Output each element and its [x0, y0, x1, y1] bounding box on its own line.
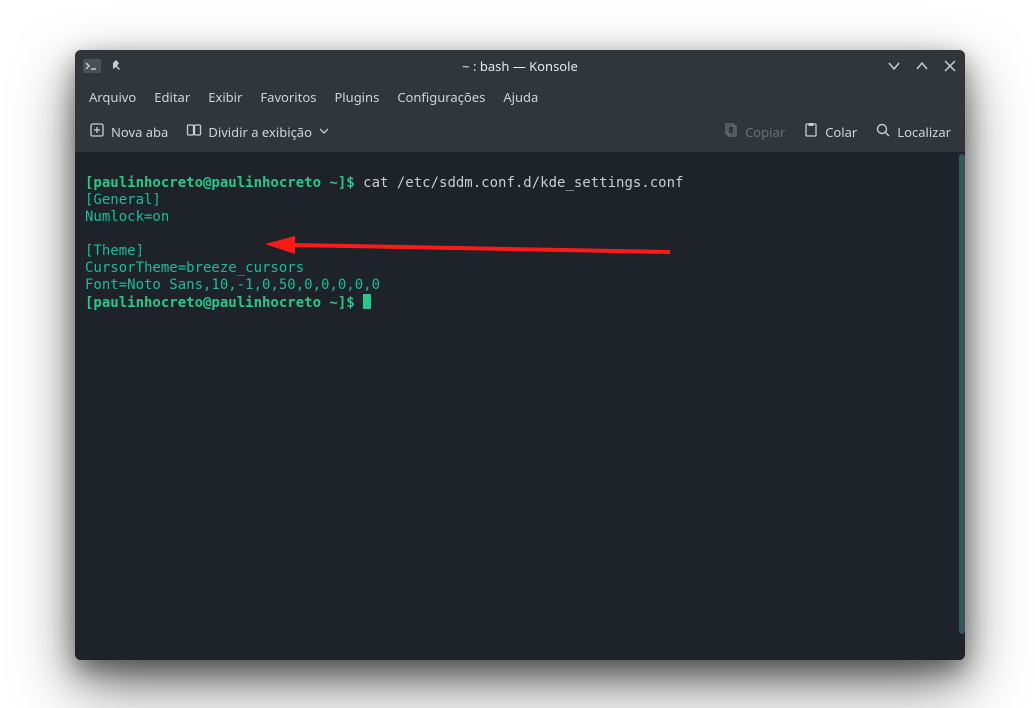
search-icon: [875, 122, 891, 142]
new-tab-button[interactable]: Nova aba: [89, 122, 168, 142]
maximize-button[interactable]: [915, 59, 929, 73]
scrollbar[interactable]: [959, 152, 965, 660]
new-tab-icon: [89, 122, 105, 142]
find-label: Localizar: [897, 123, 951, 141]
menu-editar[interactable]: Editar: [154, 88, 190, 106]
paste-icon: [803, 122, 819, 142]
minimize-button[interactable]: [887, 59, 901, 73]
close-button[interactable]: [943, 59, 957, 73]
annotation-arrow: [265, 234, 675, 264]
split-view-button[interactable]: Dividir a exibição: [186, 122, 330, 142]
paste-label: Colar: [825, 123, 857, 141]
terminal-icon: [83, 59, 101, 73]
split-view-label: Dividir a exibição: [208, 123, 312, 141]
terminal-output[interactable]: [paulinhocreto@paulinhocreto ~]$ cat /et…: [75, 152, 959, 660]
menu-favoritos[interactable]: Favoritos: [260, 88, 316, 106]
menubar: Arquivo Editar Exibir Favoritos Plugins …: [75, 82, 965, 112]
copy-label: Copiar: [745, 123, 785, 141]
menu-configuracoes[interactable]: Configurações: [397, 88, 485, 106]
copy-icon: [723, 122, 739, 142]
new-tab-label: Nova aba: [111, 123, 168, 141]
prompt-2: [paulinhocreto@paulinhocreto ~]$: [85, 295, 355, 311]
paste-button[interactable]: Colar: [803, 122, 857, 142]
scrollbar-thumb[interactable]: [959, 154, 965, 634]
copy-button[interactable]: Copiar: [723, 122, 785, 142]
output-line-6: Font=Noto Sans,10,-1,0,50,0,0,0,0,0: [85, 277, 380, 293]
output-line-2: Numlock=on: [85, 209, 169, 225]
pin-icon[interactable]: [109, 59, 123, 73]
konsole-window: ~ : bash — Konsole Arquivo Editar Exibir…: [75, 50, 965, 660]
find-button[interactable]: Localizar: [875, 122, 951, 142]
menu-exibir[interactable]: Exibir: [208, 88, 242, 106]
output-line-5: CursorTheme=breeze_cursors: [85, 260, 304, 276]
window-title: ~ : bash — Konsole: [462, 57, 578, 75]
output-line-1: [General]: [85, 192, 161, 208]
split-view-icon: [186, 122, 202, 142]
menu-arquivo[interactable]: Arquivo: [89, 88, 136, 106]
terminal-cursor: [363, 294, 371, 309]
titlebar: ~ : bash — Konsole: [75, 50, 965, 82]
terminal-area[interactable]: [paulinhocreto@paulinhocreto ~]$ cat /et…: [75, 152, 965, 660]
menu-plugins[interactable]: Plugins: [334, 88, 379, 106]
chevron-down-icon: [318, 123, 330, 141]
menu-ajuda[interactable]: Ajuda: [503, 88, 538, 106]
command-1: cat /etc/sddm.conf.d/kde_settings.conf: [363, 175, 683, 191]
toolbar: Nova aba Dividir a exibição Copiar Colar: [75, 112, 965, 152]
output-line-4: [Theme]: [85, 243, 144, 259]
prompt-1: [paulinhocreto@paulinhocreto ~]$: [85, 175, 355, 191]
